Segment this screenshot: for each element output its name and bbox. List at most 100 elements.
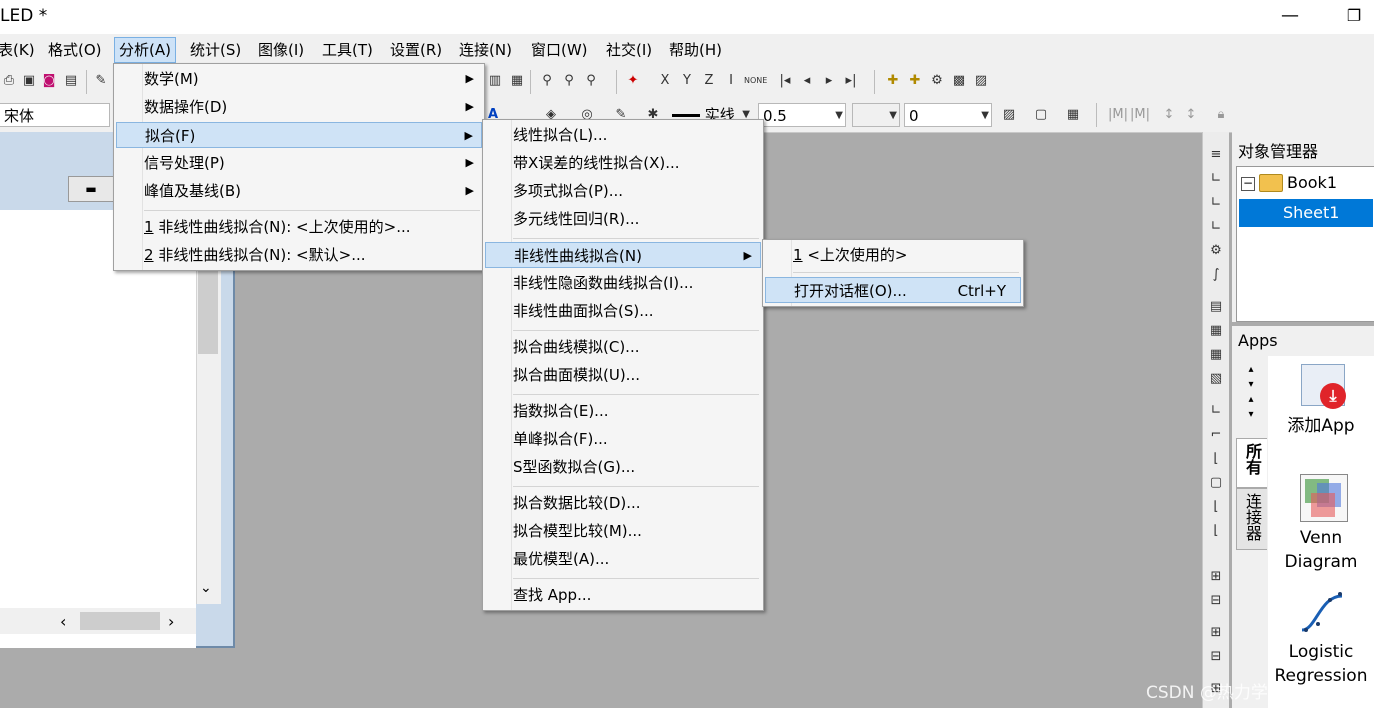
- apps-scroll-icons[interactable]: ▴ ▾ ▴ ▾: [1244, 362, 1258, 422]
- menu-item-sigmoidal-fit[interactable]: S型函数拟合(G)...: [485, 454, 761, 480]
- scroll-right-icon[interactable]: ›: [168, 612, 174, 631]
- font-select[interactable]: 宋体: [0, 103, 110, 127]
- menu-item-simulate-curve[interactable]: 拟合曲线模拟(C)...: [485, 334, 761, 360]
- tool-frame3-icon[interactable]: ⌊: [1207, 450, 1225, 468]
- tool-axis3-icon[interactable]: ∟: [1207, 218, 1225, 236]
- spacing2-icon[interactable]: ↕: [1182, 106, 1200, 124]
- restore-icon[interactable]: ❐: [1340, 4, 1368, 30]
- menu-window[interactable]: 窗口(W): [529, 39, 590, 61]
- tool-panel-icon[interactable]: ▧: [1207, 370, 1225, 388]
- tool-axis2-icon[interactable]: ∟: [1207, 194, 1225, 212]
- menu-analysis[interactable]: 分析(A): [114, 37, 176, 63]
- column-chart-icon[interactable]: ▥: [486, 72, 504, 90]
- hscroll-thumb[interactable]: [80, 612, 160, 630]
- minimize-icon[interactable]: —: [1276, 4, 1304, 30]
- menu-item-compare-models[interactable]: 拟合模型比较(M)...: [485, 518, 761, 544]
- menu-item-exponential-fit[interactable]: 指数拟合(E)...: [485, 398, 761, 424]
- tab-connectors[interactable]: 连接器: [1236, 488, 1267, 550]
- hatch-icon[interactable]: ▨: [1000, 106, 1018, 124]
- tool-merge2-icon[interactable]: ⊟: [1207, 592, 1225, 610]
- filter-icon[interactable]: ⚲: [538, 72, 556, 90]
- tool-frame-icon[interactable]: ∟: [1207, 402, 1225, 420]
- tool-frame2-icon[interactable]: ⌐: [1207, 426, 1225, 444]
- tool-merge-icon[interactable]: ⊞: [1207, 568, 1225, 586]
- tool-box-icon[interactable]: ▢: [1207, 474, 1225, 492]
- menu-settings[interactable]: 设置(R): [388, 39, 444, 61]
- menu-connect[interactable]: 连接(N): [457, 39, 514, 61]
- first-icon[interactable]: |◂: [776, 72, 794, 90]
- prev-icon[interactable]: ◂: [798, 72, 816, 90]
- tool-grid2-icon[interactable]: ▦: [1207, 346, 1225, 364]
- border-icon[interactable]: ▢: [1032, 106, 1050, 124]
- line-width-select[interactable]: 0.5 ▼: [758, 103, 846, 127]
- menu-item-signal-processing[interactable]: 信号处理(P) ▶: [116, 150, 482, 176]
- set-none-icon[interactable]: NONE: [744, 72, 767, 90]
- tool-frame5-icon[interactable]: ⌊: [1207, 522, 1225, 540]
- app-tool-icon[interactable]: ✚: [884, 72, 902, 90]
- app-tool2-icon[interactable]: ✚: [906, 72, 924, 90]
- size-preview-select[interactable]: ▼: [852, 103, 900, 127]
- tool-arrange-icon[interactable]: ⊞: [1207, 624, 1225, 642]
- settings-icon[interactable]: ⚙: [928, 72, 946, 90]
- set-z-icon[interactable]: Z: [700, 72, 718, 90]
- set-x-icon[interactable]: X: [656, 72, 674, 90]
- menu-worksheet[interactable]: 表(K): [0, 39, 37, 61]
- value-select[interactable]: 0 ▼: [904, 103, 992, 127]
- menu-help[interactable]: 帮助(H): [667, 39, 724, 61]
- edit-icon[interactable]: ✎: [92, 72, 110, 90]
- menu-format[interactable]: 格式(O): [46, 39, 104, 61]
- app-label[interactable]: Venn Diagram: [1268, 526, 1374, 574]
- tool-axis-icon[interactable]: ∟: [1207, 170, 1225, 188]
- tool-stairs-icon[interactable]: ≡: [1207, 146, 1225, 164]
- menu-item-rank-models[interactable]: 最优模型(A)...: [485, 546, 761, 572]
- menu-item-peaks-baseline[interactable]: 峰值及基线(B) ▶: [116, 178, 482, 204]
- menu-item-simulate-surface[interactable]: 拟合曲面模拟(U)...: [485, 362, 761, 388]
- tool-gear-icon[interactable]: ⚙: [1207, 242, 1225, 260]
- menu-item-nonlinear-curve-fit[interactable]: 非线性曲线拟合(N) ▶: [485, 242, 761, 268]
- menu-item-multiple-regression[interactable]: 多元线性回归(R)...: [485, 206, 761, 232]
- next-icon[interactable]: ▸: [820, 72, 838, 90]
- app-label[interactable]: 添加App: [1268, 414, 1374, 438]
- tool-layout-icon[interactable]: ▤: [1207, 298, 1225, 316]
- menu-statistics[interactable]: 统计(S): [188, 39, 243, 61]
- scrollbar-thumb[interactable]: [198, 270, 218, 354]
- venn-diagram-icon[interactable]: [1300, 474, 1348, 522]
- menu-item-recent-2[interactable]: 2 非线性曲线拟合(N): <默认>...: [116, 242, 482, 268]
- menu-tools[interactable]: 工具(T): [320, 39, 375, 61]
- film-icon[interactable]: ▤: [62, 72, 80, 90]
- menu-item-data-manipulation[interactable]: 数据操作(D) ▶: [116, 94, 482, 120]
- set-error-icon[interactable]: I: [722, 72, 740, 90]
- menu-item-single-peak-fit[interactable]: 单峰拟合(F)...: [485, 426, 761, 452]
- table-icon[interactable]: ▦: [1064, 106, 1082, 124]
- menu-item-compare-datasets[interactable]: 拟合数据比较(D)...: [485, 490, 761, 516]
- filter-options-icon[interactable]: ⚲: [582, 72, 600, 90]
- menu-item-find-app[interactable]: 查找 App...: [485, 582, 761, 608]
- tool-curve-icon[interactable]: ∫: [1207, 266, 1225, 284]
- image-icon[interactable]: ◙: [40, 72, 58, 90]
- tool-arrange2-icon[interactable]: ⊟: [1207, 648, 1225, 666]
- menu-item-polynomial-fit[interactable]: 多项式拟合(P)...: [485, 178, 761, 204]
- print-icon[interactable]: ⎙: [0, 72, 18, 90]
- menu-social[interactable]: 社交(I): [604, 39, 654, 61]
- last-icon[interactable]: ▸|: [842, 72, 860, 90]
- menu-item-nonlinear-surface-fit[interactable]: 非线性曲面拟合(S)...: [485, 298, 761, 324]
- bar-chart-icon[interactable]: ▦: [508, 72, 526, 90]
- add-app-icon[interactable]: ⤓: [1301, 364, 1346, 409]
- window-minimize-button[interactable]: ▬: [68, 176, 114, 202]
- menu-image[interactable]: 图像(I): [256, 39, 306, 61]
- worksheet-area[interactable]: [0, 210, 196, 648]
- menu-item-last-used[interactable]: 1 <上次使用的>: [765, 242, 1021, 268]
- sheet-node[interactable]: Sheet1: [1283, 203, 1339, 222]
- database-icon[interactable]: ▩: [950, 72, 968, 90]
- collapse-icon[interactable]: −: [1241, 177, 1255, 191]
- menu-item-math[interactable]: 数学(M) ▶: [116, 66, 482, 92]
- tab-all[interactable]: 所有: [1236, 438, 1267, 488]
- set-column-icon[interactable]: ✦: [624, 72, 642, 90]
- set-y-icon[interactable]: Y: [678, 72, 696, 90]
- logistic-regression-icon[interactable]: [1298, 590, 1348, 636]
- spacing-icon[interactable]: ↕: [1160, 106, 1178, 124]
- export-icon[interactable]: ▨: [972, 72, 990, 90]
- book-node[interactable]: Book1: [1287, 173, 1337, 192]
- distribute-icon[interactable]: |M|: [1130, 106, 1150, 124]
- align-icon[interactable]: |M|: [1108, 106, 1128, 124]
